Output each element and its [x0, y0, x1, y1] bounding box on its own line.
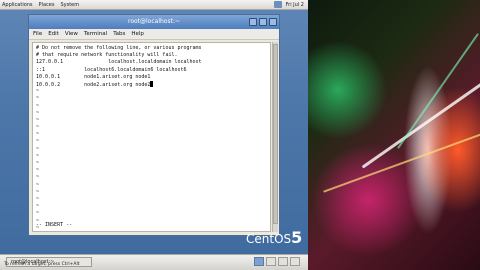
network-icon[interactable]: [274, 1, 282, 8]
tilde-line: ~: [36, 210, 40, 217]
wallpaper: [308, 0, 480, 270]
close-button[interactable]: [269, 18, 277, 26]
terminal-line: 10.0.0.1 node1.ariset.org node1: [36, 73, 151, 80]
tilde-line: ~: [36, 131, 40, 138]
empty-buffer-lines: ~ ~ ~ ~ ~ ~ ~ ~ ~ ~ ~ ~ ~ ~ ~ ~ ~ ~ ~ ~: [36, 88, 267, 231]
tilde-line: ~: [36, 116, 40, 123]
tilde-line: ~: [36, 174, 40, 181]
tilde-line: ~: [36, 138, 40, 145]
vim-mode-status: -- INSERT --: [36, 221, 73, 228]
menu-view[interactable]: View: [65, 31, 78, 37]
tilde-line: ~: [36, 195, 40, 202]
tilde-line: ~: [36, 203, 40, 210]
clock[interactable]: Fri Jul 2: [286, 2, 304, 8]
terminal-line: 127.0.0.1 localhost.localdomain localhos…: [36, 59, 202, 66]
workspace-1[interactable]: [254, 257, 264, 266]
tilde-line: ~: [36, 160, 40, 166]
tilde-line: ~: [36, 88, 40, 95]
terminal-line: # that require network functionality wil…: [36, 52, 178, 59]
terminal-line-current: 10.0.0.2 node2.ariset.org node2: [36, 80, 267, 88]
menu-help[interactable]: Help: [131, 31, 144, 37]
tilde-line: ~: [36, 124, 40, 131]
logo-brand: CentOS: [246, 232, 292, 246]
workspace-3[interactable]: [278, 257, 288, 266]
window-titlebar[interactable]: root@localhost:~: [29, 15, 279, 29]
desktop: Applications Places System Fri Jul 2 roo…: [0, 0, 308, 270]
workspace-2[interactable]: [266, 257, 276, 266]
menu-file[interactable]: File: [33, 31, 42, 37]
top-panel: Applications Places System Fri Jul 2: [0, 0, 308, 10]
workspace-switcher[interactable]: [254, 257, 300, 266]
applications-menu[interactable]: Applications: [2, 2, 33, 8]
window-title: root@localhost:~: [127, 18, 180, 25]
centos-logo: CentOS5: [246, 228, 302, 247]
terminal-text-area[interactable]: # Do not remove the following line, or v…: [32, 42, 271, 232]
menubar: File Edit View Terminal Tabs Help: [29, 29, 279, 40]
terminal-line: 10.0.0.2 node2.ariset.org node2: [36, 81, 151, 88]
system-menu[interactable]: System: [60, 2, 79, 8]
maximize-button[interactable]: [259, 18, 267, 26]
places-menu[interactable]: Places: [39, 2, 55, 8]
tilde-line: ~: [36, 188, 40, 195]
menu-terminal[interactable]: Terminal: [84, 31, 107, 37]
tilde-line: ~: [36, 145, 40, 152]
minimize-button[interactable]: [249, 18, 257, 26]
logo-version: 5: [291, 228, 303, 247]
tilde-line: ~: [36, 95, 40, 102]
menu-edit[interactable]: Edit: [48, 31, 59, 37]
tilde-line: ~: [36, 152, 40, 159]
terminal-line: ::1 localhost6.localdomain6 localhost6: [36, 66, 187, 73]
text-cursor: [150, 80, 154, 87]
workspace-4[interactable]: [290, 257, 300, 266]
tilde-line: ~: [36, 167, 40, 174]
tilde-line: ~: [36, 102, 40, 109]
terminal-window[interactable]: root@localhost:~ File Edit View Terminal…: [28, 14, 280, 236]
terminal-line: # Do not remove the following line, or v…: [36, 45, 202, 51]
tilde-line: ~: [36, 109, 40, 116]
menu-tabs[interactable]: Tabs: [113, 31, 125, 37]
scrollbar-thumb[interactable]: [273, 44, 278, 224]
status-hint: To refresh a target, press Ctrl+Alt: [4, 262, 80, 267]
scrollbar[interactable]: [272, 42, 278, 232]
tilde-line: ~: [36, 181, 40, 188]
